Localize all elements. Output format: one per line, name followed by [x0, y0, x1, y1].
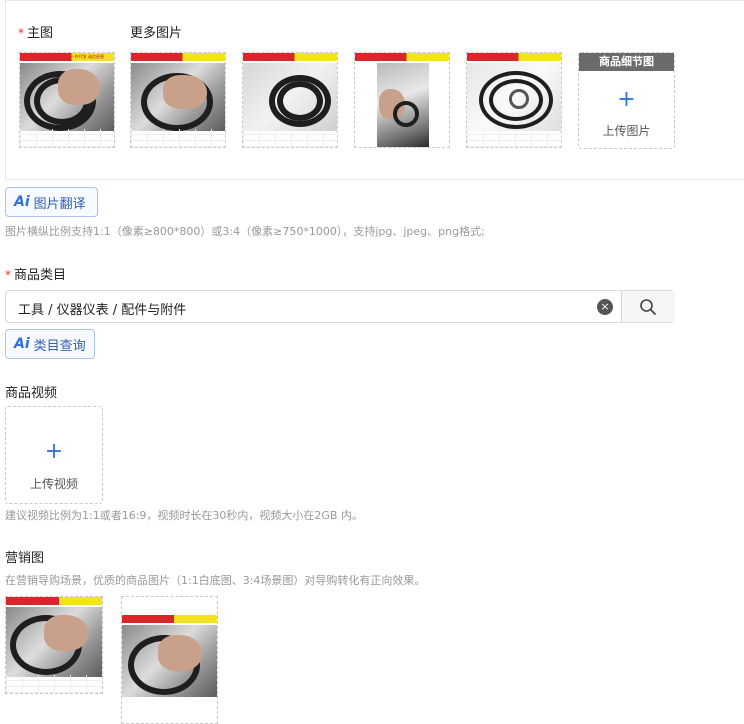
cable-photo	[243, 63, 337, 131]
image-format-hint: 图片横纵比例支持1:1（像素≥800*800）或3:4（像素≥750*1000）…	[5, 225, 485, 238]
ai-icon: Ai	[14, 194, 30, 210]
video-upload[interactable]: + 上传视频	[5, 406, 103, 504]
ai-icon: Ai	[14, 336, 30, 352]
more-images-label: 更多图片	[130, 26, 183, 41]
required-mark: *	[5, 268, 11, 282]
detail-image-header: 商品细节图	[579, 53, 674, 71]
category-input[interactable]: 工具 / 仪器仪表 / 配件与附件 ×	[5, 290, 675, 323]
marketing-hint: 在营销导购场景，优质的商品图片（1:1白底图、3:4场景图）对导购转化有正向效果…	[5, 574, 426, 587]
cable-photo	[467, 63, 561, 131]
category-value: 工具 / 仪器仪表 / 配件与附件	[18, 303, 187, 318]
thumb-banner	[131, 53, 225, 61]
ai-image-translate-label: 图片翻译	[33, 196, 86, 212]
category-label-text: 商品类目	[14, 268, 67, 283]
product-image-thumbnail[interactable]: 一件代发 诚信经营	[19, 52, 115, 148]
video-label: 商品视频	[5, 386, 58, 401]
required-mark: *	[18, 26, 24, 40]
marketing-label: 营销图	[5, 551, 45, 566]
cable-photo	[20, 63, 114, 131]
thumb-banner	[355, 53, 449, 61]
thumb-banner	[243, 53, 337, 61]
category-label: * 商品类目	[5, 264, 66, 283]
ai-image-translate-button[interactable]: Ai 图片翻译	[5, 187, 98, 217]
thumb-banner-text: 一件代发 诚信经营	[70, 54, 104, 59]
product-image-thumbnail[interactable]	[130, 52, 226, 148]
thumb-banner	[467, 53, 561, 61]
cable-photo	[377, 63, 429, 147]
upload-video-label: 上传视频	[29, 477, 78, 491]
product-image-thumbnail[interactable]	[354, 52, 450, 148]
thumb-banner	[6, 597, 102, 605]
ai-category-query-button[interactable]: Ai 类目查询	[5, 329, 95, 359]
main-image-label: * 主图	[18, 22, 53, 41]
ai-category-query-label: 类目查询	[33, 338, 86, 354]
search-button[interactable]	[621, 291, 675, 322]
cable-photo	[6, 607, 102, 677]
clear-icon[interactable]: ×	[597, 299, 613, 315]
search-icon	[640, 299, 656, 315]
main-image-label-text: 主图	[27, 26, 54, 41]
detail-image-upload[interactable]: 商品细节图 + 上传图片	[578, 52, 675, 149]
upload-image-label: 上传图片	[602, 124, 651, 138]
marketing-image-1-1[interactable]	[5, 596, 103, 694]
plus-icon: +	[617, 87, 636, 112]
marketing-image-3-4[interactable]	[121, 596, 218, 724]
product-image-thumbnail[interactable]	[242, 52, 338, 148]
cable-photo	[131, 63, 225, 131]
thumb-banner: 一件代发 诚信经营	[20, 53, 114, 61]
plus-icon: +	[44, 439, 64, 464]
product-image-thumbnail[interactable]	[466, 52, 562, 148]
video-hint: 建议视频比例为1:1或者16:9，视频时长在30秒内，视频大小在2GB 内。	[5, 509, 363, 522]
cable-photo	[122, 625, 217, 697]
thumb-banner	[122, 615, 217, 623]
